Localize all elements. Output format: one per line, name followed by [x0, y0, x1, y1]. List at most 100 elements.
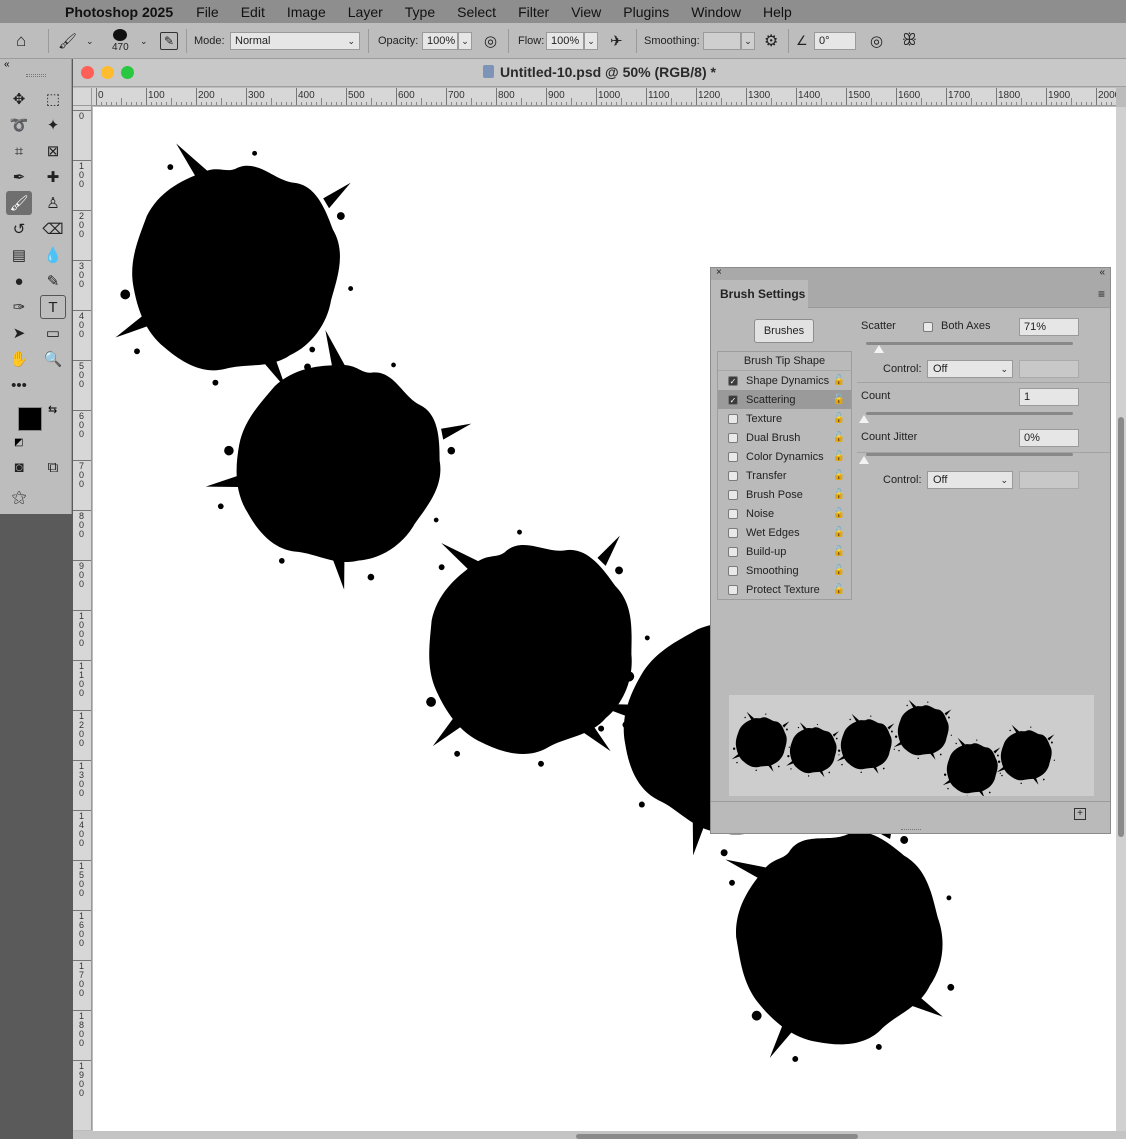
brush-option-smoothing[interactable]: Smoothing 🔓 [718, 561, 851, 580]
angle-value[interactable]: 0° [814, 32, 856, 50]
hand-tool-icon[interactable]: ✋ [6, 347, 32, 371]
both-axes-checkbox[interactable] [923, 322, 933, 332]
option-checkbox[interactable]: ✓ [728, 376, 738, 386]
create-new-brush-icon[interactable]: + [1074, 808, 1086, 820]
resize-handle[interactable] [901, 829, 921, 833]
foreground-color-swatch[interactable] [18, 407, 42, 431]
path-selection-tool-icon[interactable]: ➤ [6, 321, 32, 345]
option-checkbox[interactable] [728, 471, 738, 481]
default-colors-icon[interactable]: ◩ [14, 437, 23, 448]
brush-option-noise[interactable]: Noise 🔓 [718, 504, 851, 523]
menu-filter[interactable]: Filter [507, 4, 560, 20]
lock-icon[interactable]: 🔓 [833, 470, 845, 481]
home-icon[interactable]: ⌂ [16, 23, 26, 59]
more-tools-icon[interactable]: ••• [6, 373, 32, 397]
tab-brush-settings[interactable]: Brush Settings [711, 280, 808, 308]
lock-icon[interactable]: 🔓 [833, 432, 845, 443]
vertical-ruler[interactable]: 0 100 200 300 400 500 600 700 800 900 1000 1100 1200… [73, 106, 92, 1130]
type-tool-icon[interactable]: T [40, 295, 66, 319]
pen-tool-icon-2[interactable]: ✑ [6, 295, 32, 319]
menu-help[interactable]: Help [752, 4, 803, 20]
option-checkbox[interactable] [728, 452, 738, 462]
brush-option-wet-edges[interactable]: Wet Edges 🔓 [718, 523, 851, 542]
mode-select[interactable]: Normal ⌄ [230, 23, 360, 59]
brush-settings-toggle-icon[interactable]: ✎ [160, 23, 178, 59]
lock-icon[interactable]: 🔓 [833, 489, 845, 500]
menu-select[interactable]: Select [446, 4, 507, 20]
menu-file[interactable]: File [185, 4, 230, 20]
option-checkbox[interactable] [728, 490, 738, 500]
screen-mode-icon[interactable]: ⧉ [40, 455, 66, 479]
opacity-value[interactable]: 100% [422, 32, 458, 50]
lock-icon[interactable]: 🔓 [833, 584, 845, 595]
chevron-down-icon[interactable]: ⌄ [86, 23, 94, 59]
option-checkbox[interactable] [728, 585, 738, 595]
brush-option-transfer[interactable]: Transfer 🔓 [718, 466, 851, 485]
count-slider[interactable] [866, 412, 1073, 415]
smoothing-value[interactable] [703, 32, 741, 50]
healing-brush-tool-icon[interactable]: ✚ [40, 165, 66, 189]
horizontal-ruler[interactable]: 0 100 200 300 400 500 600 700 800 900 1000 1100 1200… [92, 88, 1116, 106]
lock-icon[interactable]: 🔓 [833, 451, 845, 462]
brush-option-scattering[interactable]: ✓ Scattering 🔓 [718, 390, 851, 409]
rectangle-tool-icon[interactable]: ▭ [40, 321, 66, 345]
scatter-slider[interactable] [866, 342, 1073, 345]
count-jitter-value-field[interactable]: 0% [1019, 429, 1079, 447]
marquee-tool-icon[interactable]: ⬚ [40, 87, 66, 111]
option-checkbox[interactable] [728, 433, 738, 443]
option-checkbox[interactable] [728, 528, 738, 538]
airbrush-icon[interactable]: ✈ [610, 23, 623, 59]
chevron-down-icon[interactable]: ⌄ [140, 23, 148, 59]
scrollbar-thumb[interactable] [1118, 417, 1124, 837]
history-brush-tool-icon[interactable]: ↺ [6, 217, 32, 241]
menu-layer[interactable]: Layer [337, 4, 394, 20]
chevron-down-icon[interactable]: ⌄ [584, 32, 598, 50]
control-select[interactable]: Off ⌄ [927, 360, 1013, 378]
option-checkbox[interactable] [728, 547, 738, 557]
option-checkbox[interactable] [728, 414, 738, 424]
menu-plugins[interactable]: Plugins [612, 4, 680, 20]
scatter-value-field[interactable]: 71% [1019, 318, 1079, 336]
vertical-scrollbar[interactable] [1116, 107, 1126, 1131]
frame-tool-icon[interactable]: ⊠ [40, 139, 66, 163]
drag-handle[interactable] [26, 74, 46, 77]
generative-icon[interactable]: ⚝ [6, 485, 32, 509]
flow-field[interactable]: 100% ⌄ [546, 23, 598, 59]
smoothing-field[interactable]: ⌄ [703, 23, 755, 59]
clone-stamp-tool-icon[interactable]: ♙ [40, 191, 66, 215]
menu-window[interactable]: Window [680, 4, 752, 20]
count-slider-thumb[interactable] [859, 415, 869, 423]
crop-tool-icon[interactable]: ⌗ [6, 139, 32, 163]
gradient-tool-icon[interactable]: ▤ [6, 243, 32, 267]
collapse-icon[interactable]: « [1099, 267, 1105, 278]
option-checkbox[interactable]: ✓ [728, 395, 738, 405]
menu-image[interactable]: Image [276, 4, 337, 20]
lock-icon[interactable]: 🔓 [833, 413, 845, 424]
symmetry-butterfly-icon[interactable]: ꕥ [902, 23, 917, 59]
chevron-down-icon[interactable]: ⌄ [458, 32, 472, 50]
count-jitter-slider[interactable] [866, 453, 1073, 456]
brushes-button[interactable]: Brushes [754, 319, 814, 343]
lock-icon[interactable]: 🔓 [833, 394, 845, 405]
panel-menu-icon[interactable]: ≡ [1098, 287, 1105, 301]
count-value-field[interactable]: 1 [1019, 388, 1079, 406]
scatter-slider-thumb[interactable] [874, 345, 884, 353]
pressure-size-icon[interactable]: ◎ [870, 23, 883, 59]
brush-preset-picker[interactable]: 470 [112, 23, 129, 59]
lock-icon[interactable]: 🔓 [833, 375, 845, 386]
gear-icon[interactable]: ⚙ [764, 23, 778, 59]
count-jitter-slider-thumb[interactable] [859, 456, 869, 464]
quick-mask-icon[interactable]: ◙ [6, 455, 32, 479]
swap-colors-icon[interactable]: ⇆ [48, 403, 57, 416]
menu-type[interactable]: Type [394, 4, 446, 20]
pen-tool-icon[interactable]: ✎ [40, 269, 66, 293]
opacity-field[interactable]: 100% ⌄ [422, 23, 472, 59]
control-select-2[interactable]: Off ⌄ [927, 471, 1013, 489]
magic-wand-tool-icon[interactable]: ✦ [40, 113, 66, 137]
brush-tool-preset-icon[interactable]: 🖌 [58, 23, 77, 59]
brush-option-shape-dynamics[interactable]: ✓ Shape Dynamics 🔓 [718, 371, 851, 390]
brush-option-protect-texture[interactable]: Protect Texture 🔓 [718, 580, 851, 599]
brush-option-texture[interactable]: Texture 🔓 [718, 409, 851, 428]
collapse-icon[interactable]: « [4, 59, 10, 70]
dodge-tool-icon[interactable]: ● [6, 269, 32, 293]
